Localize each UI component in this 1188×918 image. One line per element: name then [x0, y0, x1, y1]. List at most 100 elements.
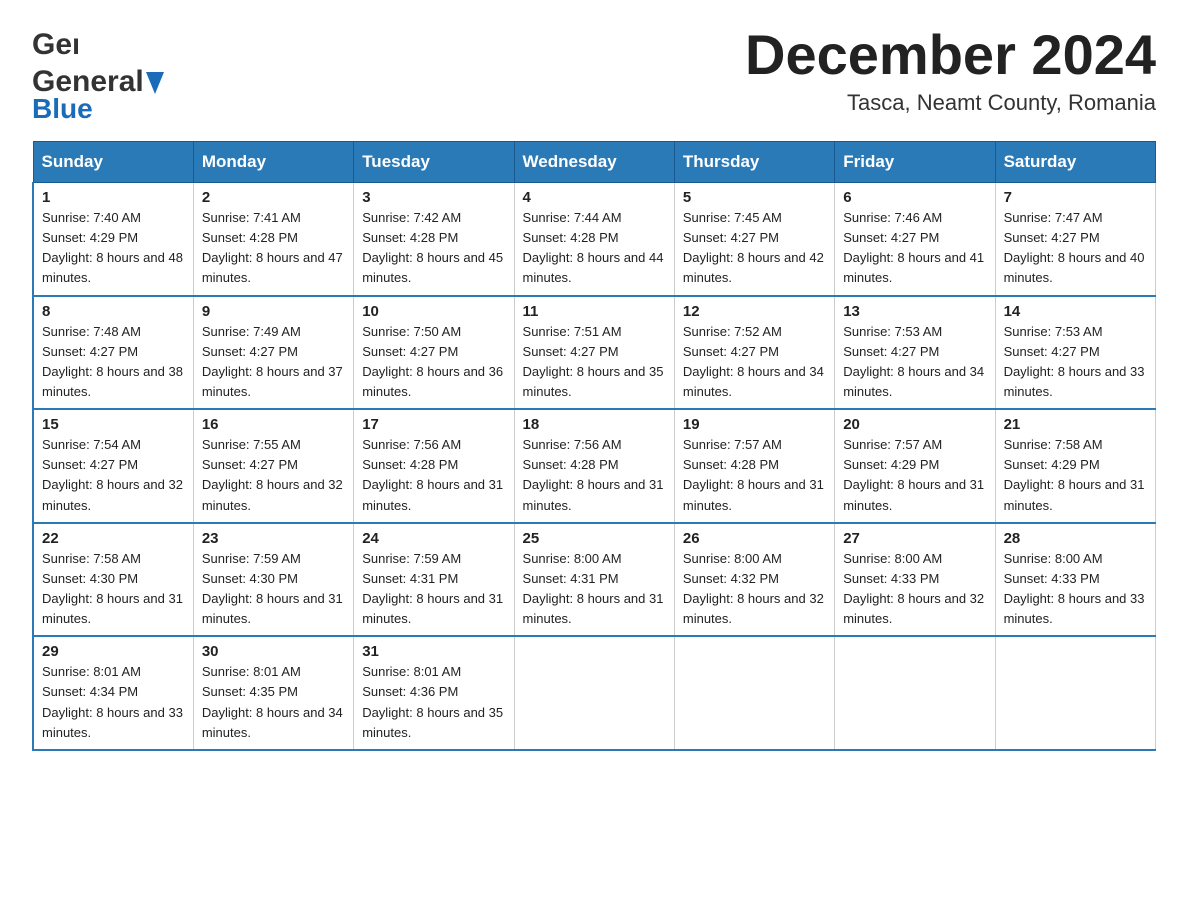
day-info: Sunrise: 7:46 AMSunset: 4:27 PMDaylight:… — [843, 208, 986, 289]
cell-week4-day3: 24Sunrise: 7:59 AMSunset: 4:31 PMDayligh… — [354, 523, 514, 637]
day-info: Sunrise: 7:44 AMSunset: 4:28 PMDaylight:… — [523, 208, 666, 289]
day-info: Sunrise: 7:58 AMSunset: 4:29 PMDaylight:… — [1004, 435, 1147, 516]
day-info: Sunrise: 7:52 AMSunset: 4:27 PMDaylight:… — [683, 322, 826, 403]
week-row-2: 8 Sunrise: 7:48 AMSunset: 4:27 PMDaylight… — [33, 296, 1156, 410]
cell-week3-day1: 15 Sunrise: 7:54 AMSunset: 4:27 PMDayligh… — [33, 409, 193, 523]
cell-week1-day1: 1Sunrise: 7:40 AMSunset: 4:29 PMDaylight… — [33, 183, 193, 296]
day-number: 17 — [362, 416, 505, 433]
day-info: Sunrise: 7:54 AMSunset: 4:27 PMDaylight:… — [42, 435, 185, 516]
day-info: Sunrise: 7:57 AMSunset: 4:29 PMDaylight:… — [843, 435, 986, 516]
header-friday: Friday — [835, 142, 995, 183]
day-info: Sunrise: 7:53 AMSunset: 4:27 PMDaylight:… — [1004, 322, 1147, 403]
day-info: Sunrise: 7:47 AMSunset: 4:27 PMDaylight:… — [1004, 208, 1147, 289]
calendar-title-area: December 2024 Tasca, Neamt County, Roman… — [745, 24, 1156, 116]
week-row-4: 22Sunrise: 7:58 AMSunset: 4:30 PMDayligh… — [33, 523, 1156, 637]
day-info: Sunrise: 8:00 AMSunset: 4:32 PMDaylight:… — [683, 549, 826, 630]
day-number: 19 — [683, 416, 826, 433]
day-info: Sunrise: 7:45 AMSunset: 4:27 PMDaylight:… — [683, 208, 826, 289]
day-number: 16 — [202, 416, 345, 433]
page-header: General General Blue December 2024 Tasca… — [32, 24, 1156, 125]
day-number: 9 — [202, 303, 345, 320]
day-number: 15 — [42, 416, 185, 433]
logo-blue: Blue — [32, 93, 93, 125]
logo-icon: General — [32, 24, 78, 69]
day-info: Sunrise: 8:00 AMSunset: 4:33 PMDaylight:… — [1004, 549, 1147, 630]
day-info: Sunrise: 7:48 AMSunset: 4:27 PMDaylight:… — [42, 322, 185, 403]
day-number: 10 — [362, 303, 505, 320]
day-number: 11 — [523, 303, 666, 320]
day-info: Sunrise: 8:00 AMSunset: 4:31 PMDaylight:… — [523, 549, 666, 630]
day-info: Sunrise: 8:00 AMSunset: 4:33 PMDaylight:… — [843, 549, 986, 630]
day-number: 13 — [843, 303, 986, 320]
day-number: 14 — [1004, 303, 1147, 320]
day-info: Sunrise: 8:01 AMSunset: 4:35 PMDaylight:… — [202, 662, 345, 743]
cell-week5-day7 — [995, 636, 1155, 750]
cell-week4-day5: 26 Sunrise: 8:00 AMSunset: 4:32 PMDayligh… — [674, 523, 834, 637]
day-number: 7 — [1004, 189, 1147, 206]
day-info: Sunrise: 7:51 AMSunset: 4:27 PMDaylight:… — [523, 322, 666, 403]
cell-week1-day6: 6 Sunrise: 7:46 AMSunset: 4:27 PMDaylight… — [835, 183, 995, 296]
logo: General General Blue — [32, 24, 164, 125]
day-number: 5 — [683, 189, 826, 206]
day-number: 20 — [843, 416, 986, 433]
day-info: Sunrise: 7:57 AMSunset: 4:28 PMDaylight:… — [683, 435, 826, 516]
day-number: 31 — [362, 643, 505, 660]
cell-week3-day6: 20 Sunrise: 7:57 AMSunset: 4:29 PMDayligh… — [835, 409, 995, 523]
day-number: 28 — [1004, 530, 1147, 547]
cell-week2-day5: 12 Sunrise: 7:52 AMSunset: 4:27 PMDayligh… — [674, 296, 834, 410]
day-info: Sunrise: 7:55 AMSunset: 4:27 PMDaylight:… — [202, 435, 345, 516]
cell-week5-day2: 30 Sunrise: 8:01 AMSunset: 4:35 PMDayligh… — [193, 636, 353, 750]
day-info: Sunrise: 7:56 AMSunset: 4:28 PMDaylight:… — [523, 435, 666, 516]
day-number: 30 — [202, 643, 345, 660]
day-info: Sunrise: 7:53 AMSunset: 4:27 PMDaylight:… — [843, 322, 986, 403]
cell-week5-day1: 29Sunrise: 8:01 AMSunset: 4:34 PMDayligh… — [33, 636, 193, 750]
cell-week5-day4 — [514, 636, 674, 750]
header-monday: Monday — [193, 142, 353, 183]
cell-week4-day6: 27 Sunrise: 8:00 AMSunset: 4:33 PMDayligh… — [835, 523, 995, 637]
day-info: Sunrise: 7:49 AMSunset: 4:27 PMDaylight:… — [202, 322, 345, 403]
cell-week2-day2: 9 Sunrise: 7:49 AMSunset: 4:27 PMDaylight… — [193, 296, 353, 410]
cell-week4-day2: 23Sunrise: 7:59 AMSunset: 4:30 PMDayligh… — [193, 523, 353, 637]
cell-week5-day3: 31 Sunrise: 8:01 AMSunset: 4:36 PMDayligh… — [354, 636, 514, 750]
day-info: Sunrise: 7:40 AMSunset: 4:29 PMDaylight:… — [42, 208, 185, 289]
day-number: 8 — [42, 303, 185, 320]
day-number: 18 — [523, 416, 666, 433]
day-number: 26 — [683, 530, 826, 547]
cell-week1-day5: 5 Sunrise: 7:45 AMSunset: 4:27 PMDaylight… — [674, 183, 834, 296]
day-info: Sunrise: 7:50 AMSunset: 4:27 PMDaylight:… — [362, 322, 505, 403]
cell-week4-day1: 22Sunrise: 7:58 AMSunset: 4:30 PMDayligh… — [33, 523, 193, 637]
day-info: Sunrise: 7:56 AMSunset: 4:28 PMDaylight:… — [362, 435, 505, 516]
cell-week5-day5 — [674, 636, 834, 750]
day-number: 24 — [362, 530, 505, 547]
header-saturday: Saturday — [995, 142, 1155, 183]
day-number: 2 — [202, 189, 345, 206]
cell-week2-day6: 13 Sunrise: 7:53 AMSunset: 4:27 PMDayligh… — [835, 296, 995, 410]
day-number: 12 — [683, 303, 826, 320]
day-info: Sunrise: 7:59 AMSunset: 4:30 PMDaylight:… — [202, 549, 345, 630]
week-row-1: 1Sunrise: 7:40 AMSunset: 4:29 PMDaylight… — [33, 183, 1156, 296]
day-info: Sunrise: 7:41 AMSunset: 4:28 PMDaylight:… — [202, 208, 345, 289]
day-info: Sunrise: 8:01 AMSunset: 4:36 PMDaylight:… — [362, 662, 505, 743]
cell-week1-day2: 2 Sunrise: 7:41 AMSunset: 4:28 PMDaylight… — [193, 183, 353, 296]
day-number: 6 — [843, 189, 986, 206]
cell-week1-day3: 3Sunrise: 7:42 AMSunset: 4:28 PMDaylight… — [354, 183, 514, 296]
day-info: Sunrise: 8:01 AMSunset: 4:34 PMDaylight:… — [42, 662, 185, 743]
cell-week3-day2: 16 Sunrise: 7:55 AMSunset: 4:27 PMDayligh… — [193, 409, 353, 523]
cell-week4-day7: 28 Sunrise: 8:00 AMSunset: 4:33 PMDayligh… — [995, 523, 1155, 637]
svg-text:General: General — [32, 28, 78, 61]
cell-week3-day3: 17 Sunrise: 7:56 AMSunset: 4:28 PMDayligh… — [354, 409, 514, 523]
day-number: 27 — [843, 530, 986, 547]
cell-week4-day4: 25Sunrise: 8:00 AMSunset: 4:31 PMDayligh… — [514, 523, 674, 637]
day-number: 3 — [362, 189, 505, 206]
cell-week2-day7: 14 Sunrise: 7:53 AMSunset: 4:27 PMDayligh… — [995, 296, 1155, 410]
cell-week3-day4: 18 Sunrise: 7:56 AMSunset: 4:28 PMDayligh… — [514, 409, 674, 523]
header-tuesday: Tuesday — [354, 142, 514, 183]
cell-week2-day4: 11 Sunrise: 7:51 AMSunset: 4:27 PMDayligh… — [514, 296, 674, 410]
cell-week1-day4: 4Sunrise: 7:44 AMSunset: 4:28 PMDaylight… — [514, 183, 674, 296]
day-number: 21 — [1004, 416, 1147, 433]
cell-week2-day3: 10 Sunrise: 7:50 AMSunset: 4:27 PMDayligh… — [354, 296, 514, 410]
header-sunday: Sunday — [33, 142, 193, 183]
day-number: 22 — [42, 530, 185, 547]
header-thursday: Thursday — [674, 142, 834, 183]
calendar-location: Tasca, Neamt County, Romania — [745, 90, 1156, 116]
